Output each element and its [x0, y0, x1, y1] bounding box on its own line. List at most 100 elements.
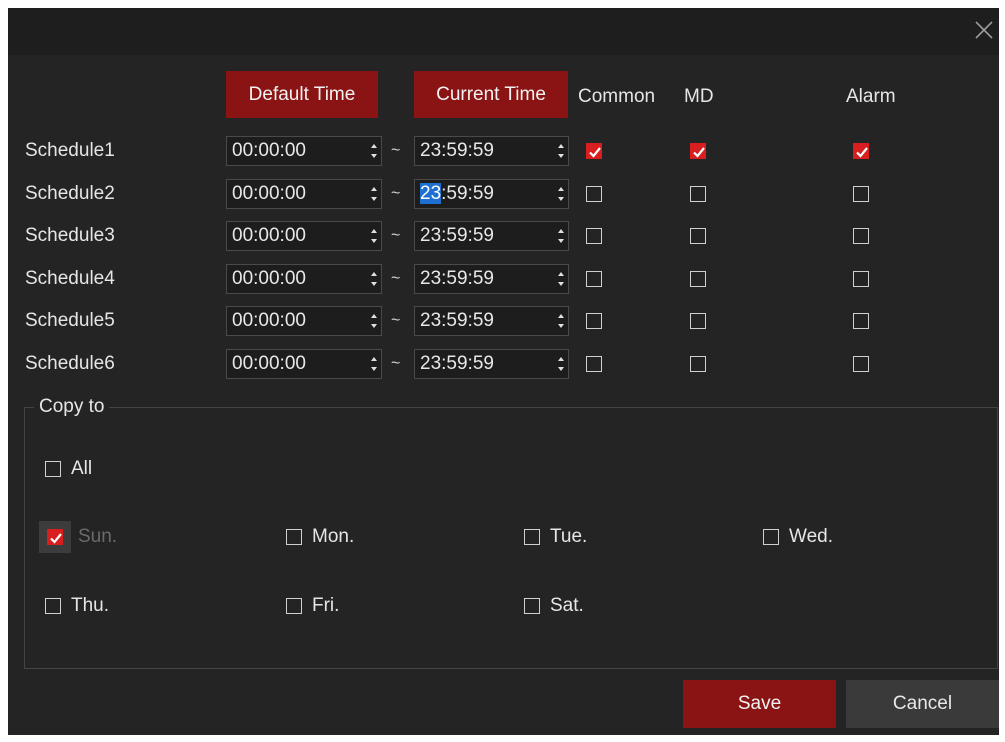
common-checkbox[interactable]: [586, 143, 602, 159]
save-button[interactable]: Save: [683, 680, 836, 728]
title-bar: [8, 8, 999, 55]
start-time-input[interactable]: 00:00:00: [226, 349, 382, 379]
md-checkbox[interactable]: [690, 143, 706, 159]
spin-down-icon: [371, 239, 377, 243]
common-checkbox[interactable]: [586, 271, 602, 287]
spin-up-icon: [558, 357, 564, 361]
end-time-input[interactable]: 23:59:59: [414, 221, 569, 251]
end-time-input[interactable]: 23:59:59: [414, 349, 569, 379]
end-time-text: 23:59:59: [420, 222, 494, 250]
md-checkbox[interactable]: [690, 356, 706, 372]
start-time-value: 00:00:00: [232, 310, 306, 331]
spin-up-icon: [558, 187, 564, 191]
close-button[interactable]: [969, 15, 999, 45]
end-time-spinner[interactable]: [554, 265, 568, 293]
sat-label: Sat.: [550, 595, 584, 616]
common-checkbox[interactable]: [586, 313, 602, 329]
alarm-checkbox[interactable]: [853, 313, 869, 329]
fri-checkbox[interactable]: [286, 598, 302, 614]
sat-checkbox[interactable]: [524, 598, 540, 614]
wed-label: Wed.: [789, 526, 834, 547]
sun-checkbox[interactable]: [47, 529, 63, 545]
all-checkbox[interactable]: [45, 461, 61, 477]
end-time-text: 23:59:59: [420, 180, 494, 208]
range-separator: ~: [391, 227, 401, 244]
end-time-spinner[interactable]: [554, 180, 568, 208]
start-time-input[interactable]: 00:00:00: [226, 179, 382, 209]
start-time-input[interactable]: 00:00:00: [226, 264, 382, 294]
schedule-label: Schedule6: [25, 353, 115, 374]
spinner-arrows-icon: [371, 357, 377, 371]
range-separator: ~: [391, 270, 401, 287]
schedule-label: Schedule1: [25, 140, 115, 161]
alarm-checkbox[interactable]: [853, 356, 869, 372]
md-checkbox[interactable]: [690, 271, 706, 287]
thu-checkbox[interactable]: [45, 598, 61, 614]
end-time-selected-segment: 23: [420, 183, 442, 204]
md-checkbox[interactable]: [690, 228, 706, 244]
start-time-value: 00:00:00: [232, 353, 306, 374]
mon-checkbox[interactable]: [286, 529, 302, 545]
range-separator: ~: [391, 185, 401, 202]
alarm-checkbox[interactable]: [853, 186, 869, 202]
start-time-input[interactable]: 00:00:00: [226, 221, 382, 251]
spin-up-icon: [558, 314, 564, 318]
spinner-arrows-icon: [558, 314, 564, 328]
end-time-spinner[interactable]: [554, 307, 568, 335]
tue-checkbox[interactable]: [524, 529, 540, 545]
sun-label: Sun.: [78, 526, 118, 547]
start-time-spinner[interactable]: [367, 180, 381, 208]
common-checkbox[interactable]: [586, 186, 602, 202]
spinner-arrows-icon: [371, 314, 377, 328]
checkmark-icon: [693, 147, 705, 158]
start-time-spinner[interactable]: [367, 222, 381, 250]
end-time-spinner[interactable]: [554, 350, 568, 378]
end-time-input[interactable]: 23:59:59: [414, 306, 569, 336]
start-time-input[interactable]: 00:00:00: [226, 306, 382, 336]
start-time-value: 00:00:00: [232, 140, 306, 161]
md-checkbox[interactable]: [690, 313, 706, 329]
start-time-value: 00:00:00: [232, 183, 306, 204]
end-time-input[interactable]: 23:59:59: [414, 264, 569, 294]
end-time-text: 23:59:59: [420, 307, 494, 335]
wed-checkbox[interactable]: [763, 529, 779, 545]
spin-up-icon: [371, 314, 377, 318]
end-time-input[interactable]: 23:59:59: [414, 136, 569, 166]
spin-down-icon: [371, 324, 377, 328]
end-time-input[interactable]: 23:59:59: [414, 179, 569, 209]
range-separator: ~: [391, 142, 401, 159]
md-checkbox[interactable]: [690, 186, 706, 202]
end-time-spinner[interactable]: [554, 137, 568, 165]
spin-down-icon: [558, 367, 564, 371]
spinner-arrows-icon: [558, 357, 564, 371]
end-time-spinner[interactable]: [554, 222, 568, 250]
spin-down-icon: [371, 367, 377, 371]
alarm-checkbox[interactable]: [853, 228, 869, 244]
common-checkbox[interactable]: [586, 356, 602, 372]
end-time-value: 23:59:59: [420, 310, 494, 331]
spin-down-icon: [371, 197, 377, 201]
cancel-button[interactable]: Cancel: [846, 680, 999, 728]
start-time-spinner[interactable]: [367, 137, 381, 165]
spinner-arrows-icon: [371, 229, 377, 243]
spin-down-icon: [371, 282, 377, 286]
alarm-checkbox[interactable]: [853, 143, 869, 159]
spin-up-icon: [371, 357, 377, 361]
tue-label: Tue.: [550, 526, 588, 547]
common-checkbox[interactable]: [586, 228, 602, 244]
current-time-button[interactable]: Current Time: [414, 71, 568, 118]
start-time-input[interactable]: 00:00:00: [226, 136, 382, 166]
end-time-text: 23:59:59: [420, 137, 494, 165]
spinner-arrows-icon: [371, 144, 377, 158]
spin-down-icon: [558, 324, 564, 328]
start-time-value: 00:00:00: [232, 225, 306, 246]
start-time-spinner[interactable]: [367, 265, 381, 293]
default-time-button[interactable]: Default Time: [226, 71, 378, 118]
start-time-spinner[interactable]: [367, 350, 381, 378]
md-column-header: MD: [684, 86, 714, 107]
mon-label: Mon.: [312, 526, 355, 547]
alarm-checkbox[interactable]: [853, 271, 869, 287]
range-separator: ~: [391, 355, 401, 372]
spin-down-icon: [558, 282, 564, 286]
start-time-spinner[interactable]: [367, 307, 381, 335]
